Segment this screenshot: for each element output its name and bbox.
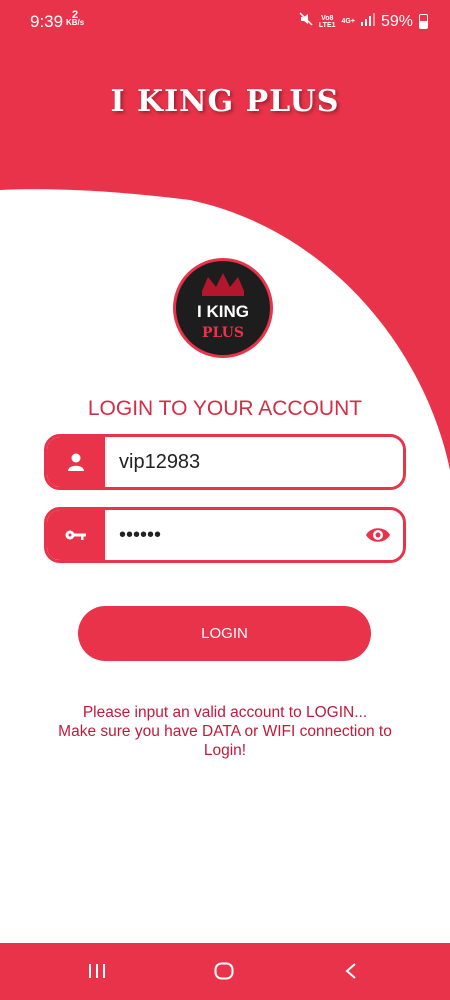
logo-text-top: I KING (197, 302, 249, 321)
notice-text: Please input an valid account to LOGIN..… (20, 703, 430, 760)
app-logo: I KING PLUS (173, 258, 273, 358)
network-type: 4G+ (341, 18, 355, 25)
mute-icon (299, 12, 313, 31)
password-field[interactable]: •••••• (44, 507, 406, 563)
logo-text-bottom: PLUS (202, 325, 244, 341)
status-bar: 9:39 2 KB/s Vo8 LTE1 4G+ 59% (0, 0, 450, 44)
home-icon[interactable] (214, 962, 234, 985)
eye-icon[interactable] (365, 523, 391, 552)
login-button[interactable]: LOGIN (78, 606, 371, 661)
password-input[interactable]: •••••• (105, 510, 403, 560)
back-icon[interactable] (344, 962, 358, 985)
signal-icon (360, 12, 375, 31)
network-volte: Vo8 LTE1 (318, 14, 336, 29)
username-input[interactable]: vip12983 (105, 437, 403, 487)
login-heading: LOGIN TO YOUR ACCOUNT (87, 397, 363, 420)
user-icon (47, 437, 105, 487)
navigation-bar (0, 943, 450, 1000)
header-background (0, 0, 450, 470)
battery-percent: 59% (380, 12, 413, 30)
username-field[interactable]: vip12983 (44, 434, 406, 490)
data-rate-unit: KB/s (66, 18, 85, 27)
notice-line-1: Please input an valid account to LOGIN..… (82, 704, 368, 721)
recent-apps-icon[interactable] (88, 962, 106, 985)
status-right: Vo8 LTE1 4G+ 59% (299, 12, 428, 31)
battery-icon (419, 14, 428, 29)
key-icon (47, 510, 105, 560)
notice-line-2: Make sure you have DATA or WIFI connecti… (58, 723, 392, 740)
crown-icon (202, 273, 244, 296)
notice-line-3: Login! (203, 742, 247, 759)
app-title: I KING PLUS (110, 84, 340, 119)
data-rate: 2 KB/s (66, 10, 85, 27)
status-time: 9:39 (30, 12, 64, 31)
